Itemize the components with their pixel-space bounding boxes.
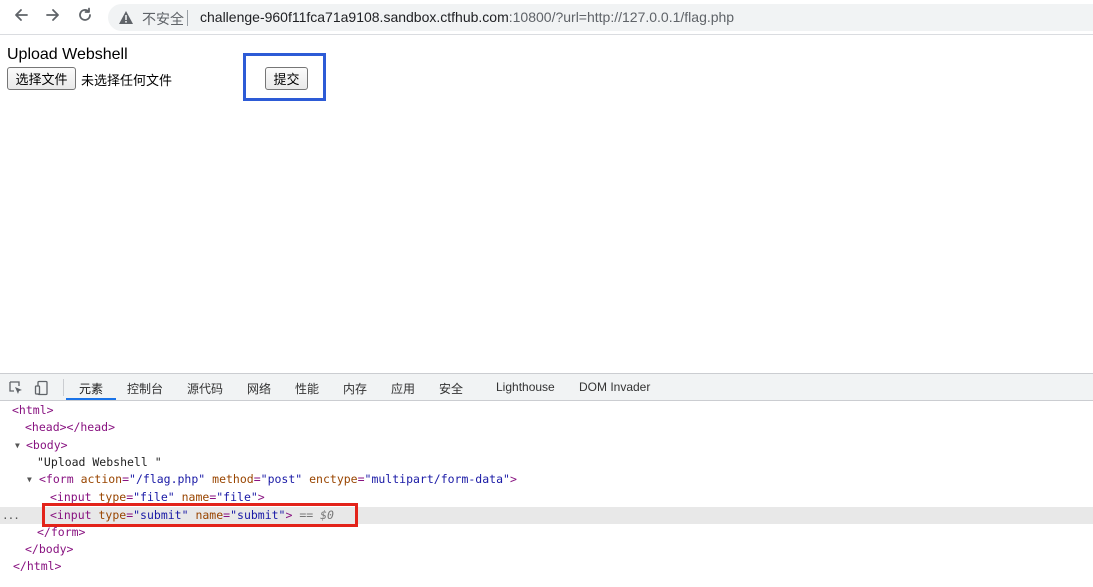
tab-security[interactable]: 安全: [439, 380, 463, 397]
tab-lighthouse[interactable]: Lighthouse: [496, 380, 555, 394]
expand-triangle-icon[interactable]: ▼: [27, 471, 32, 488]
device-toolbar-icon[interactable]: [33, 379, 51, 397]
active-tab-indicator: [66, 398, 116, 400]
dom-tag: <body>: [26, 438, 68, 452]
row-menu-icon[interactable]: ...: [2, 507, 20, 524]
dom-text: "Upload Webshell ": [37, 455, 162, 469]
url-path: :10800/?url=http://127.0.0.1/flag.php: [508, 9, 735, 25]
back-arrow-icon: [12, 6, 30, 29]
tab-sources[interactable]: 源代码: [187, 380, 223, 397]
tab-network[interactable]: 网络: [247, 380, 271, 397]
dom-text-node[interactable]: "Upload Webshell ": [0, 454, 1093, 471]
reload-icon: [76, 6, 94, 29]
browser-toolbar: 不安全 challenge-960f11fca71a9108.sandbox.c…: [0, 0, 1093, 35]
dom-form-markup: <form action="/flag.php" method="post" e…: [39, 472, 517, 486]
inspect-element-icon[interactable]: [7, 379, 25, 397]
reload-button[interactable]: [72, 5, 98, 29]
warning-icon: [118, 10, 134, 30]
forward-arrow-icon: [44, 6, 62, 29]
tab-application[interactable]: 应用: [391, 380, 415, 397]
submit-button[interactable]: 提交: [265, 67, 308, 90]
toolbar-divider: [63, 379, 64, 396]
dom-tag: </html>: [13, 559, 62, 573]
no-file-label: 未选择任何文件: [81, 73, 173, 88]
dom-tag: </body>: [25, 542, 74, 556]
back-button[interactable]: [8, 5, 34, 29]
security-label[interactable]: 不安全: [142, 9, 184, 29]
tab-elements[interactable]: 元素: [79, 380, 103, 397]
forward-button[interactable]: [40, 5, 66, 29]
tab-dom-invader[interactable]: DOM Invader: [579, 380, 650, 394]
tab-performance[interactable]: 性能: [295, 380, 319, 397]
tab-memory[interactable]: 内存: [343, 380, 367, 397]
url-text[interactable]: challenge-960f11fca71a9108.sandbox.ctfhu…: [200, 9, 734, 25]
url-host: challenge-960f11fca71a9108.sandbox.ctfhu…: [200, 9, 509, 25]
dom-node-head[interactable]: <head></head>: [0, 419, 1093, 436]
dom-node-html-close[interactable]: </html>: [0, 558, 1093, 575]
page-title: Upload Webshell: [7, 46, 128, 63]
devtools-tab-bar: 元素 控制台 源代码 网络 性能 内存 应用 安全 Lighthouse DOM…: [0, 374, 1093, 401]
dom-tag: <head></head>: [25, 420, 116, 434]
highlight-box-red: [42, 503, 358, 527]
expand-triangle-icon[interactable]: ▼: [15, 437, 20, 454]
choose-file-button[interactable]: 选择文件: [7, 67, 76, 90]
dom-node-body[interactable]: ▼ <body>: [0, 437, 1093, 454]
url-separator: [187, 10, 188, 26]
devtools-panel: 元素 控制台 源代码 网络 性能 内存 应用 安全 Lighthouse DOM…: [0, 373, 1093, 586]
tab-console[interactable]: 控制台: [127, 380, 163, 397]
dom-tree: <html> <head></head> ▼ <body> "Upload We…: [0, 401, 1093, 587]
dom-node-body-close[interactable]: </body>: [0, 541, 1093, 558]
address-bar[interactable]: 不安全 challenge-960f11fca71a9108.sandbox.c…: [108, 4, 1093, 31]
dom-node-html[interactable]: <html>: [0, 402, 1093, 419]
dom-node-form[interactable]: ▼ <form action="/flag.php" method="post"…: [0, 471, 1093, 488]
dom-tag: <html>: [12, 403, 54, 417]
